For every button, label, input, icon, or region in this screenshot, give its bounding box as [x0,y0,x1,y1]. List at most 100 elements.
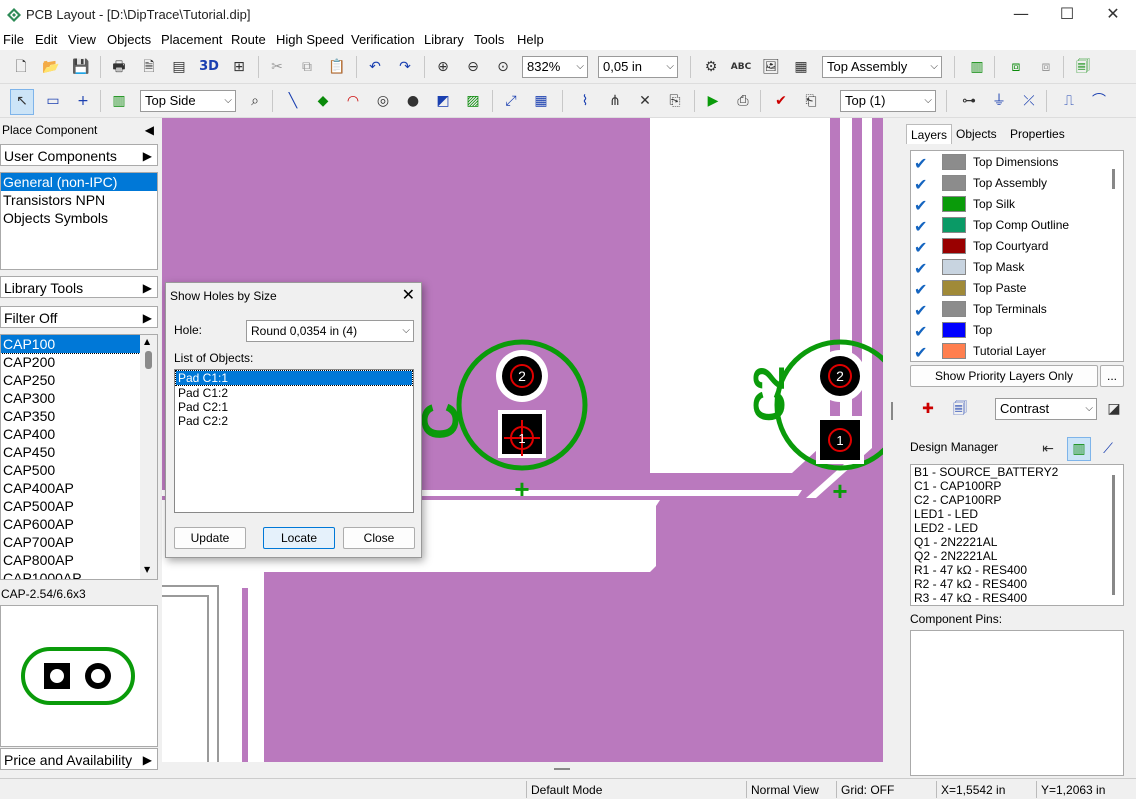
component-item[interactable]: CAP100 [1,335,141,354]
object-item[interactable]: Pad C2:1 [175,400,413,414]
copper-pour-icon[interactable]: ◩ [432,90,454,112]
maximize-button[interactable]: ☐ [1044,0,1090,30]
run-autorouter-icon[interactable]: ▶ [702,90,724,112]
table-icon[interactable]: ▦ [530,90,552,112]
layer-row[interactable]: ✔ Top Terminals [911,299,1111,320]
dm-component-row[interactable]: R3 - 47 kΩ - RES400 [911,591,1123,605]
layer-combo[interactable]: Top (1) ⌵ [840,90,936,112]
layer-row[interactable]: ✔ Top Paste [911,278,1111,299]
area-select-icon[interactable]: ▭ [42,90,64,112]
copy-icon[interactable]: ⧉ [296,56,318,78]
layer-color-swatch[interactable] [942,154,966,170]
menu-view[interactable]: View [68,32,96,47]
paste-icon[interactable]: 📋 [326,56,348,78]
layer-color-swatch[interactable] [942,175,966,191]
component-item[interactable]: CAP400 [1,425,157,443]
redo-icon[interactable]: ↷ [394,56,416,78]
menu-objects[interactable]: Objects [107,32,151,47]
layer-row[interactable]: ✔ Top Assembly [911,173,1111,194]
dm-component-row[interactable]: Q2 - 2N2221AL [911,549,1123,563]
place-hole-icon[interactable]: ● [402,90,424,112]
menu-high-speed[interactable]: High Speed [276,32,344,47]
tab-properties[interactable]: Properties [1006,124,1069,144]
checkmark-icon[interactable]: ✔ [914,259,927,278]
checkmark-icon[interactable]: ✔ [914,154,927,173]
signal-icon[interactable]: ⎍ [1058,90,1080,112]
checkmark-icon[interactable]: ✔ [914,175,927,194]
route-trace-icon[interactable]: ⌇ [574,90,596,112]
close-dialog-button[interactable]: Close [343,527,415,549]
splitter-grip[interactable] [891,402,893,420]
select-pointer-icon[interactable]: ↖ [10,89,34,115]
dm-component-row[interactable]: R2 - 47 kΩ - RES400 [911,577,1123,591]
panelize-icon[interactable]: ⊞ [228,56,250,78]
group-icon[interactable]: ⧈ [1005,56,1027,78]
checkmark-icon[interactable]: ✔ [914,322,927,341]
layer-row[interactable]: ✔ Top Dimensions [911,152,1111,173]
user-components-header[interactable]: User Components ▶ [0,144,158,166]
component-item[interactable]: CAP200 [1,353,157,371]
zoom-out-icon[interactable]: ⊖ [462,56,484,78]
layer-color-swatch[interactable] [942,196,966,212]
dm-collapse-icon[interactable]: ⇤ [1037,438,1059,460]
scroll-down-icon[interactable]: ▼ [144,565,150,574]
menu-route[interactable]: Route [231,32,266,47]
dm-component-row[interactable]: Q1 - 2N2221AL [911,535,1123,549]
layer-color-swatch[interactable] [942,217,966,233]
object-item[interactable]: Pad C1:1 [175,370,413,386]
locate-button[interactable]: Locate [263,527,335,549]
print-preview-icon[interactable]: 🗎 [138,56,160,78]
properties-icon[interactable]: 🗐 [1072,56,1094,78]
component-item[interactable]: CAP500 [1,461,157,479]
place-via-icon[interactable]: ◎ [372,90,394,112]
dm-scroll-thumb[interactable] [1112,475,1115,595]
component-item[interactable]: CAP400AP [1,479,157,497]
minimize-button[interactable]: — [998,0,1044,30]
layer-row[interactable]: ✔ Top Silk [911,194,1111,215]
report-icon[interactable]: ▤ [168,56,190,78]
dm-component-row[interactable]: R1 - 47 kΩ - RES400 [911,563,1123,577]
close-window-button[interactable]: ✕ [1090,0,1136,30]
update-button[interactable]: Update [174,527,246,549]
layers-scroll-thumb[interactable] [1112,169,1115,189]
ratline-icon[interactable]: ⏚ [988,90,1010,112]
component-item[interactable]: CAP600AP [1,515,157,533]
layer-color-swatch[interactable] [942,259,966,275]
zoom-in-icon[interactable]: ⊕ [432,56,454,78]
show-priority-layers-button[interactable]: Show Priority Layers Only [910,365,1098,387]
bottom-splitter[interactable] [162,762,883,778]
drc-icon[interactable]: ✔ [770,90,792,112]
route-tree-icon[interactable]: ⋔ [604,90,626,112]
net-icon[interactable]: ⊶ [958,90,980,112]
scroll-up-icon[interactable]: ▲ [144,337,150,346]
add-layer-icon[interactable]: ✚ [917,398,939,420]
library-item[interactable]: General (non-IPC) [1,173,157,191]
dm-components-icon[interactable]: ▥ [1067,437,1091,461]
unroute-icon[interactable]: ✕ [634,90,656,112]
dm-component-row[interactable]: LED2 - LED [911,521,1123,535]
component-item[interactable]: CAP300 [1,389,157,407]
view-3d-button[interactable]: 3D [198,56,220,78]
undo-icon[interactable]: ↶ [364,56,386,78]
library-item[interactable]: Objects Symbols [1,209,157,227]
ungroup-icon[interactable]: ⧈ [1035,56,1057,78]
price-availability-header[interactable]: Price and Availability ▶ [0,748,158,770]
print-icon[interactable]: 🖶 [108,56,130,78]
tab-layers[interactable]: Layers [906,124,953,144]
layer-color-swatch[interactable] [942,301,966,317]
zoom-fit-icon[interactable]: ⊙ [492,56,514,78]
find-binoculars-icon[interactable]: ⌕ [244,90,266,112]
layer-row[interactable]: ✔ Top Mask [911,257,1111,278]
dialog-close-icon[interactable]: ✕ [402,285,415,304]
right-splitter[interactable] [884,118,902,778]
drc-setup-icon[interactable]: ⎗ [800,90,822,112]
image-icon[interactable]: 🖼 [760,56,782,78]
menu-edit[interactable]: Edit [35,32,57,47]
checkmark-icon[interactable]: ✔ [914,301,927,320]
menu-verification[interactable]: Verification [351,32,415,47]
length-icon[interactable]: ⌒ [1088,90,1110,112]
checkmark-icon[interactable]: ✔ [914,196,927,215]
menu-help[interactable]: Help [517,32,544,47]
measure-icon[interactable]: ⤢ [500,90,522,112]
component-list-scrollbar[interactable]: ▲ ▼ [140,335,157,579]
